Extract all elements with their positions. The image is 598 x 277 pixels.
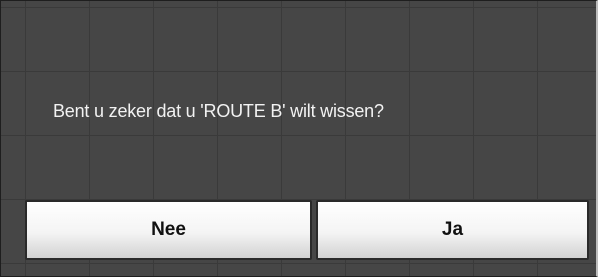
confirm-message: Bent u zeker dat u 'ROUTE B' wilt wissen… <box>53 101 384 121</box>
no-button[interactable]: Nee <box>25 200 312 260</box>
confirm-delete-dialog: Bent u zeker dat u 'ROUTE B' wilt wissen… <box>0 0 598 277</box>
yes-button-label: Ja <box>441 219 464 240</box>
no-button-label: Nee <box>151 219 186 240</box>
yes-button[interactable]: Ja <box>316 200 589 260</box>
